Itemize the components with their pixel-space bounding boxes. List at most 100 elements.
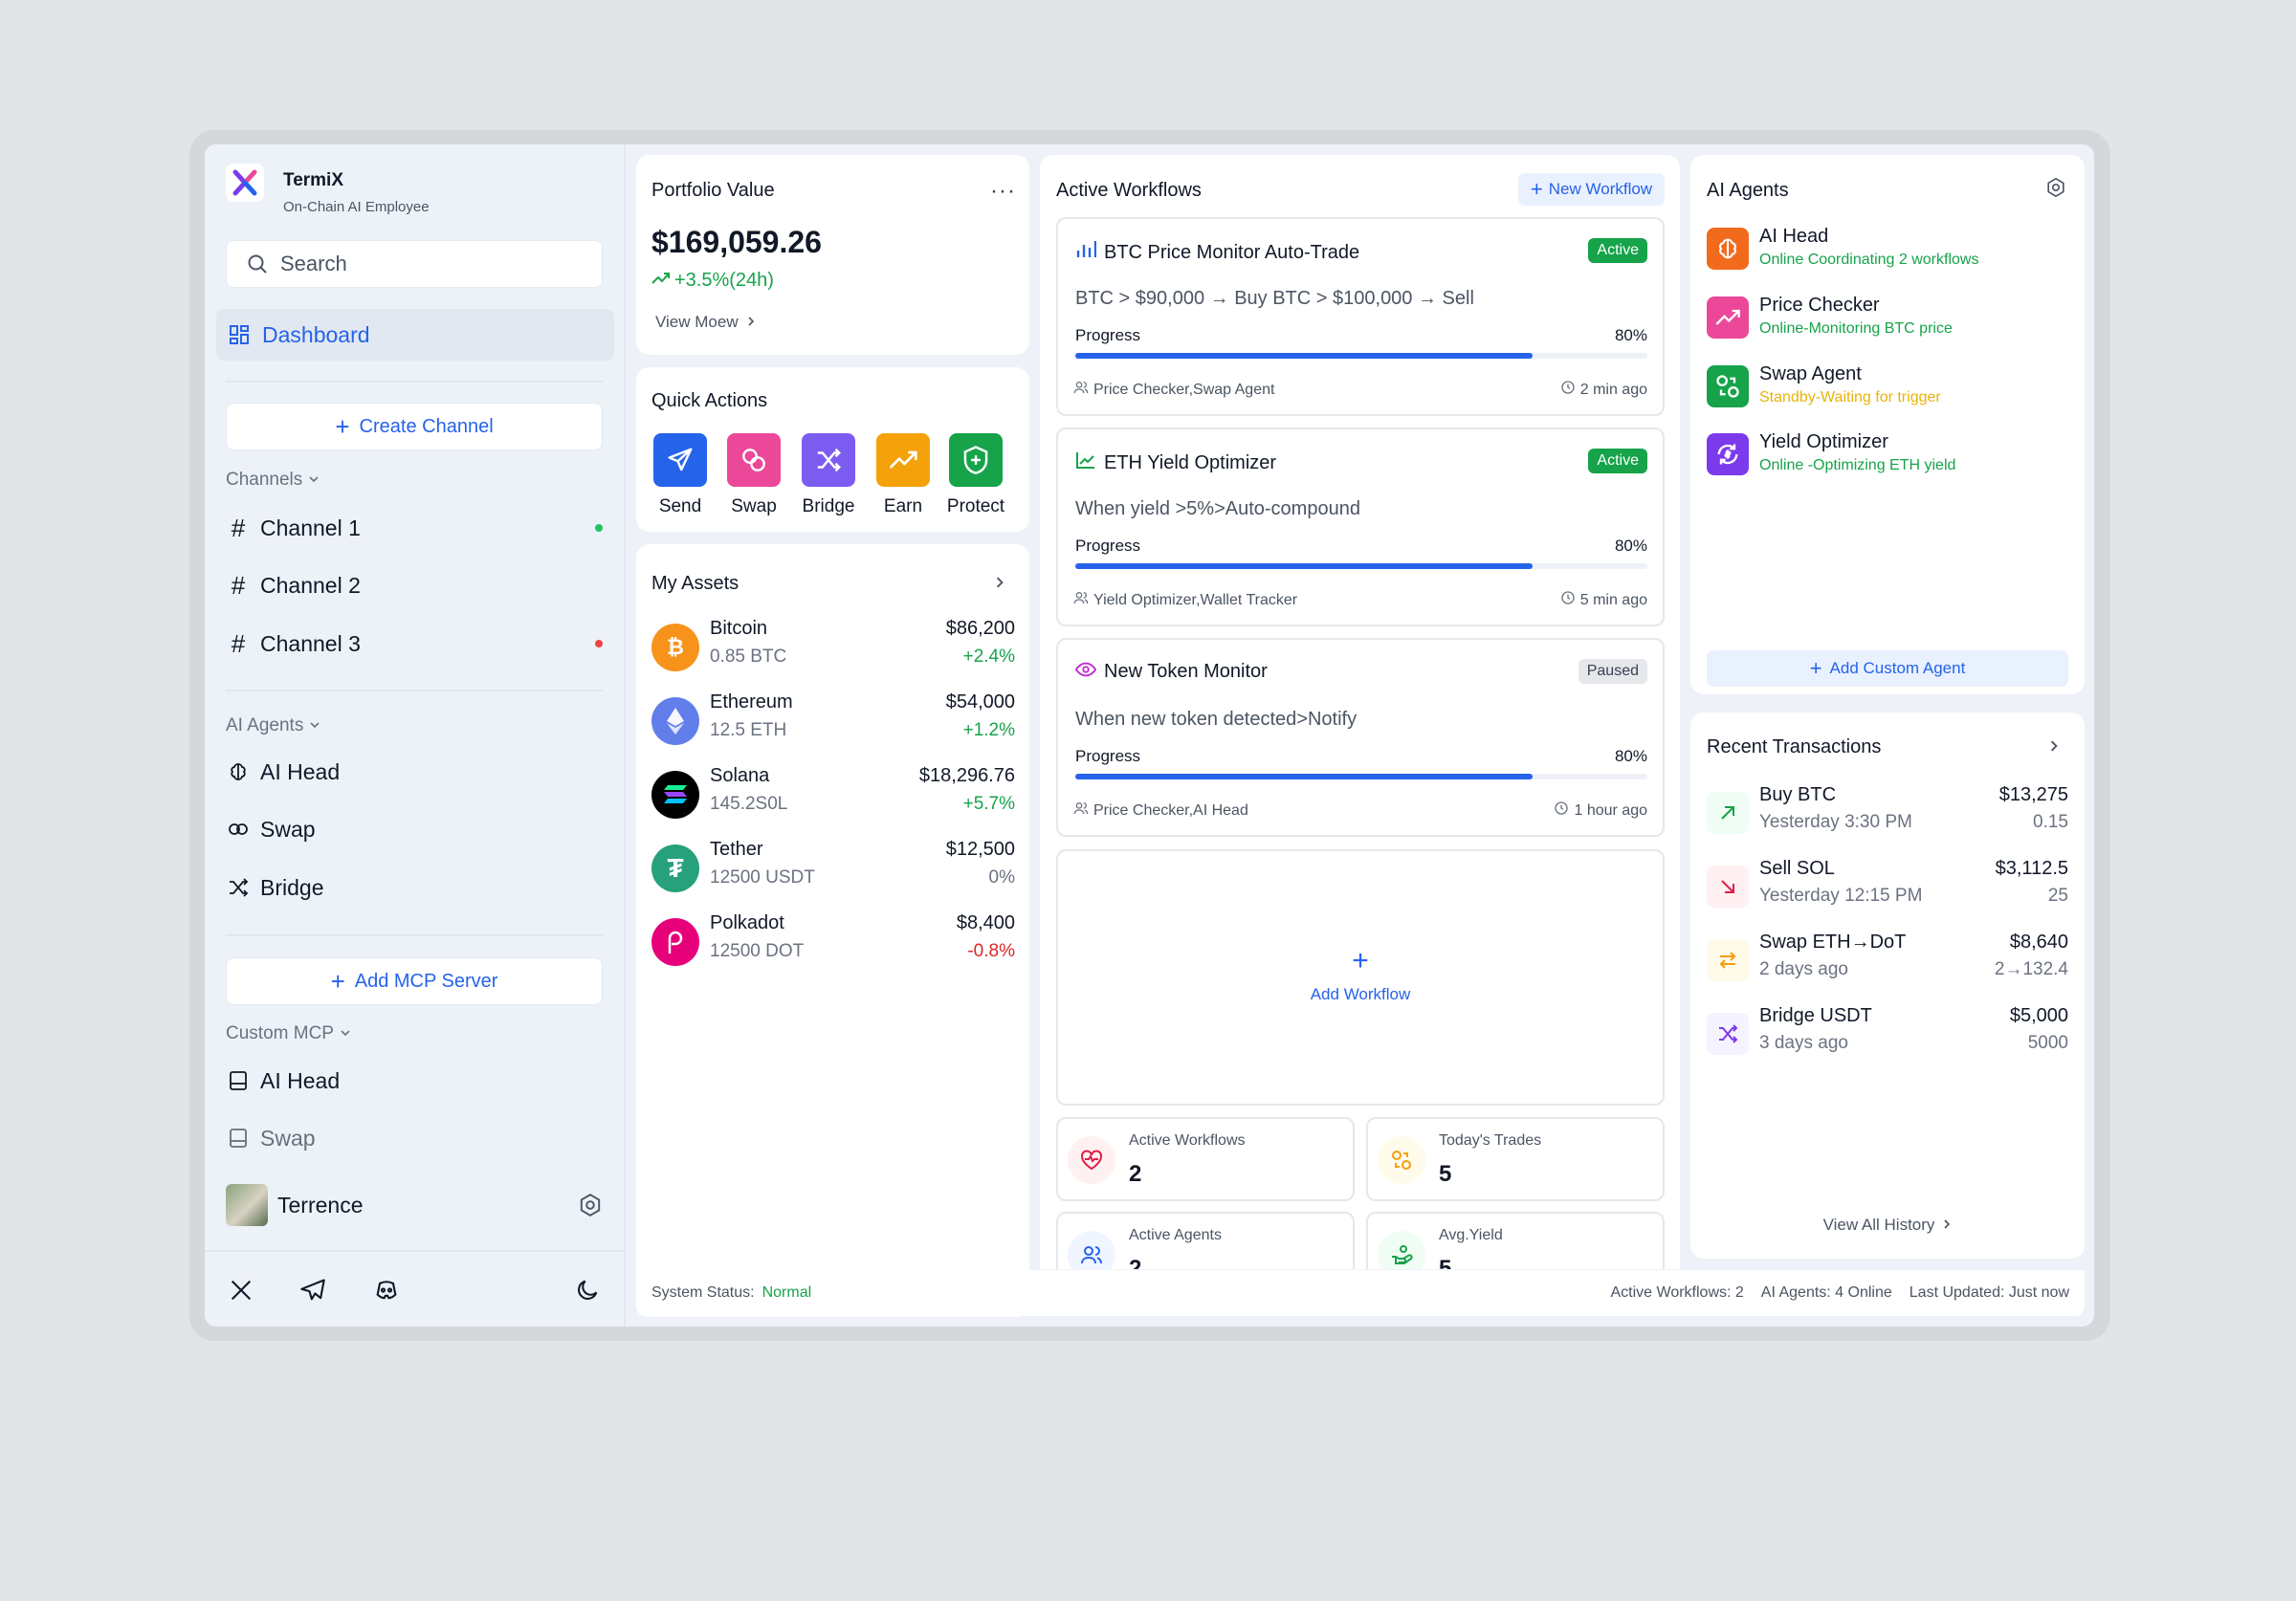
asset-row-tether[interactable]: ₮ Tether 12500 USDT $12,500 0% [651,839,1015,900]
channel-label: Channel 3 [260,630,361,656]
transaction-qty: 5000 [2027,1033,2068,1053]
ai-agents-heading-label: AI Agents [226,715,304,735]
discord-icon[interactable] [372,1277,401,1308]
transaction-row[interactable]: Sell SOL Yesterday 12:15 PM $3,112.5 25 [1707,856,2068,919]
sidebar-item-dashboard[interactable]: Dashboard [216,309,614,361]
chevron-right-icon[interactable] [994,575,1005,595]
workflow-card[interactable]: ETH Yield Optimizer Active When yield >5… [1056,428,1665,626]
arrow-up-right-icon [1707,792,1749,834]
workflow-time: 5 min ago [1579,591,1647,608]
settings-gear-icon[interactable] [578,1193,603,1222]
stat-avg-yield: Avg.Yield 5 [1366,1212,1665,1269]
chevron-down-icon [340,1023,351,1044]
line-chart-icon [1075,450,1096,475]
asset-name: Tether [710,839,763,860]
workflow-title: BTC Price Monitor Auto-Trade [1104,241,1360,263]
divider [226,934,603,936]
agent-row-ai-head[interactable]: AI Head Online Coordinating 2 workflows [1707,224,2070,277]
refresh-coin-icon [1707,433,1749,475]
ai-agents-panel: AI Agents AI Head Online Coordinating 2 … [1690,155,2085,694]
quick-action-earn[interactable]: Earn [874,433,932,517]
workflow-title: ETH Yield Optimizer [1104,451,1277,473]
active-workflows-panel: Active Workflows + New Workflow BTC Pric… [1040,155,1680,1269]
transaction-row[interactable]: Bridge USDT 3 days ago $5,000 5000 [1707,1003,2068,1066]
channels-heading[interactable]: Channels [226,470,320,491]
agent-row-swap-agent[interactable]: Swap Agent Standby-Waiting for trigger [1707,362,2070,415]
mcp-label: Swap [260,1125,316,1151]
view-more-link[interactable]: View Moew [655,313,756,332]
asset-row-bitcoin[interactable]: ₿ Bitcoin 0.85 BTC $86,200 +2.4% [651,618,1015,679]
add-mcp-server-button[interactable]: + Add MCP Server [226,957,603,1005]
asset-value: $8,400 [956,912,1015,933]
agent-row-price-checker[interactable]: Price Checker Online-Monitoring BTC pric… [1707,293,2070,346]
transaction-value: $3,112.5 [1995,858,2068,879]
coins-hand-icon [1378,1231,1425,1269]
x-twitter-icon[interactable] [228,1277,254,1308]
agent-name: Swap Agent [1759,363,1862,384]
progress-bar [1075,353,1647,359]
asset-row-solana[interactable]: Solana 145.2S0L $18,296.76 +5.7% [651,765,1015,826]
add-workflow-card[interactable]: + Add Workflow [1056,849,1665,1106]
plus-icon: + [1809,656,1822,680]
agent-status: Online-Monitoring BTC price [1759,320,1953,337]
custom-mcp-heading[interactable]: Custom MCP [226,1023,351,1044]
shuffle-icon [802,433,855,487]
telegram-icon[interactable] [298,1277,327,1308]
agent-name: Yield Optimizer [1759,431,1888,452]
transaction-value: $13,275 [1998,784,2068,805]
quick-action-send[interactable]: Send [651,433,709,517]
add-custom-agent-button[interactable]: + Add Custom Agent [1707,650,2068,687]
quick-action-protect[interactable]: Protect [947,433,1004,517]
agent-row-yield-optimizer[interactable]: Yield Optimizer Online -Optimizing ETH y… [1707,429,2070,483]
search-icon [246,252,269,275]
asset-row-ethereum[interactable]: Ethereum 12.5 ETH $54,000 +1.2% [651,691,1015,753]
new-workflow-button[interactable]: + New Workflow [1518,173,1665,206]
sidebar-item-channel-2[interactable]: # Channel 2 [226,566,603,604]
hash-icon: # [231,628,246,658]
app-subtitle: On-Chain AI Employee [283,199,430,215]
sidebar-item-bridge[interactable]: Bridge [226,868,323,907]
asset-name: Bitcoin [710,618,768,639]
workflow-card[interactable]: BTC Price Monitor Auto-Trade Active BTC … [1056,217,1665,416]
asset-row-polkadot[interactable]: Polkadot 12500 DOT $8,400 -0.8% [651,912,1015,974]
quick-action-swap[interactable]: Swap [725,433,783,517]
moon-icon[interactable] [574,1277,601,1308]
create-channel-button[interactable]: + Create Channel [226,403,603,450]
clock-icon [1554,800,1569,821]
status-last-updated: Last Updated: Just now [1909,1284,2069,1301]
plus-icon: + [330,967,345,996]
sidebar-item-ai-head[interactable]: AI Head [226,753,340,791]
more-icon[interactable]: ··· [990,178,1016,205]
chevron-right-icon[interactable] [2048,738,2060,758]
channels-heading-label: Channels [226,470,303,490]
sidebar-item-mcp-swap[interactable]: Swap [226,1119,316,1157]
transaction-row[interactable]: Buy BTC Yesterday 3:30 PM $13,275 0.15 [1707,782,2068,845]
settings-gear-icon[interactable] [2045,177,2066,203]
asset-amount: 12500 DOT [710,941,805,961]
ai-agents-heading[interactable]: AI Agents [226,715,320,736]
transaction-row[interactable]: Swap ETH→DoT 2 days ago $8,640 2→132.4 [1707,930,2068,993]
asset-name: Polkadot [710,912,784,933]
sidebar-item-swap[interactable]: Swap [226,810,316,848]
add-workflow-label: Add Workflow [1310,985,1411,1003]
heart-pulse-icon [1068,1136,1115,1184]
workflow-card[interactable]: New Token Monitor Paused When new token … [1056,638,1665,837]
sidebar-item-mcp-ai-head[interactable]: AI Head [226,1062,340,1100]
status-badge: Active [1588,238,1647,263]
quick-action-bridge[interactable]: Bridge [800,433,857,517]
progress-fill [1075,563,1534,569]
users-icon [1068,1231,1115,1269]
portfolio-change: +3.5%(24h) [651,270,774,292]
view-all-history-link[interactable]: View All History [1690,1216,2085,1235]
ai-agents-title: AI Agents [1707,180,1789,201]
view-more-label: View Moew [655,313,739,331]
trending-up-icon [651,271,671,291]
avatar[interactable] [226,1184,268,1226]
portfolio-value: $169,059.26 [651,225,822,259]
sidebar-item-channel-3[interactable]: # Channel 3 [226,625,603,663]
search-box[interactable]: Search [226,240,603,288]
transaction-value: $5,000 [2009,1005,2068,1026]
asset-amount: 12.5 ETH [710,720,787,740]
workflow-condition: When new token detected>Notify [1075,709,1358,730]
sidebar-item-channel-1[interactable]: # Channel 1 [226,509,603,547]
